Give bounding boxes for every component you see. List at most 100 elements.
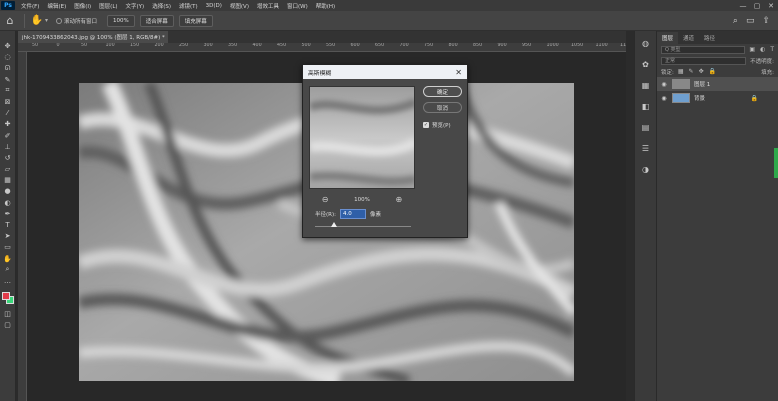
menu-type[interactable]: 文字(Y) [122, 2, 149, 10]
circle-half-icon[interactable]: ◑ [639, 163, 653, 176]
hand-icon[interactable]: ✋ [29, 15, 45, 26]
menu-3d[interactable]: 3D(D) [202, 3, 226, 9]
maximize-button[interactable]: ▢ [750, 2, 764, 10]
ruler-tick-label: 900 [497, 43, 507, 48]
fill-screen-button[interactable]: 填充屏幕 [178, 14, 213, 27]
move-icon[interactable]: ✥ [1, 41, 15, 51]
type-icon[interactable]: T [1, 220, 15, 230]
ok-button[interactable]: 确定 [423, 86, 462, 97]
menu-layer[interactable]: 图层(L) [95, 2, 121, 10]
menu-image[interactable]: 图像(I) [70, 2, 95, 10]
grid-icon[interactable]: ▦ [639, 79, 653, 92]
menu-window[interactable]: 窗口(W) [283, 2, 312, 10]
ruler-tick-label: 650 [375, 43, 385, 48]
eyedropper-icon[interactable]: ⁄ [1, 108, 15, 118]
blur-preview[interactable] [309, 86, 415, 189]
fill-label: 填充: [761, 69, 774, 76]
menu-file[interactable]: 文件(F) [17, 2, 43, 10]
blend-mode-select[interactable]: 正常 [661, 56, 747, 65]
zoom-in-icon[interactable]: ⊕ [395, 195, 402, 204]
layers-panel-icon[interactable]: ◧ [639, 100, 653, 113]
foreground-color-swatch[interactable] [1, 292, 10, 301]
share-icon[interactable]: ⇪ [762, 16, 770, 26]
blur-icon[interactable]: ● [1, 186, 15, 196]
dialog-close-icon[interactable]: ✕ [455, 68, 462, 77]
tool-preset-chevron-icon[interactable]: ▾ [45, 17, 48, 24]
healing-icon[interactable]: ✚ [1, 119, 15, 129]
search-icon[interactable]: ⌕ [733, 16, 738, 26]
swatches-icon[interactable]: ▤ [639, 121, 653, 134]
radius-slider-thumb[interactable] [331, 222, 337, 227]
menu-edit[interactable]: 编辑(E) [43, 2, 70, 10]
quick-select-icon[interactable]: ✎ [1, 75, 15, 85]
lasso-icon[interactable]: ᘏ [1, 63, 15, 73]
screen-mode-icon[interactable]: ▢ [1, 320, 15, 330]
menu-filter[interactable]: 滤镜(T) [175, 2, 202, 10]
tab-strip [168, 31, 626, 43]
quick-mask-icon[interactable]: ◫ [1, 309, 15, 319]
home-icon[interactable]: ⌂ [0, 14, 20, 27]
radius-input[interactable]: 4.0 [339, 209, 366, 219]
layer-row[interactable]: ◉ 背景 🔒 [657, 91, 778, 105]
visibility-eye-icon[interactable]: ◉ [660, 81, 668, 88]
type-filter-icon[interactable]: T [770, 46, 774, 53]
workspace-icon[interactable]: ▭ [746, 16, 755, 26]
radius-slider[interactable] [315, 222, 411, 227]
stamp-icon[interactable]: ⊥ [1, 142, 15, 152]
document-tab[interactable]: jhk-1709433862043.jpg @ 100% (图层 1, RGB/… [18, 31, 174, 43]
fit-screen-button[interactable]: 适合屏幕 [139, 14, 174, 27]
gradient-icon[interactable]: ▦ [1, 175, 15, 185]
marquee-icon[interactable]: ◌ [1, 52, 15, 62]
visibility-eye-icon[interactable]: ◉ [660, 95, 668, 102]
menu-plugins[interactable]: 增效工具 [253, 2, 283, 10]
history-brush-icon[interactable]: ↺ [1, 153, 15, 163]
zoom-out-icon[interactable]: ⊖ [322, 195, 329, 204]
tab-layers[interactable]: 图层 [657, 32, 679, 44]
zoom-100-button[interactable]: 100% [107, 14, 135, 27]
lock-row: 锁定: ▦ ✎ ✥ 🔒 填充: [657, 66, 778, 77]
brush-icon[interactable]: ✐ [1, 131, 15, 141]
hand-tool-icon[interactable]: ✋ [1, 254, 15, 264]
menu-select[interactable]: 选择(S) [148, 2, 175, 10]
layers-panel: 图层 通道 路径 Q 类型 ▣ ◐ T 正常 不透明度: 锁定: ▦ ✎ ✥ 🔒… [656, 31, 778, 401]
ruler-tick-label: 1150 [620, 43, 626, 48]
image-filter-icon[interactable]: ▣ [749, 46, 755, 53]
dialog-titlebar[interactable]: 高斯模糊 ✕ [303, 65, 467, 79]
lock-pixels-icon[interactable]: ▦ [678, 68, 684, 75]
close-window-button[interactable]: ✕ [764, 2, 778, 10]
lock-paint-icon[interactable]: ✎ [689, 68, 694, 75]
frame-icon[interactable]: ⊠ [1, 97, 15, 107]
crop-icon[interactable]: ⌗ [1, 86, 15, 96]
zoom-icon[interactable]: ⌕ [1, 265, 15, 275]
color-wheel-icon[interactable]: ◍ [639, 37, 653, 50]
lock-all-icon[interactable]: 🔒 [709, 68, 716, 75]
tab-paths[interactable]: 路径 [699, 32, 720, 44]
ruler-tick-label: 800 [448, 43, 458, 48]
dodge-icon[interactable]: ◐ [1, 198, 15, 208]
color-swatches[interactable] [1, 291, 15, 305]
path-select-icon[interactable]: ➤ [1, 231, 15, 241]
menu-view[interactable]: 视图(V) [226, 2, 253, 10]
shape-icon[interactable]: ▭ [1, 242, 15, 252]
layer-row[interactable]: ◉ 图层 1 [657, 77, 778, 91]
cancel-button[interactable]: 取消 [423, 102, 462, 113]
lock-move-icon[interactable]: ✥ [699, 68, 704, 75]
scroll-all-windows-checkbox[interactable]: 滚动所有窗口 [56, 17, 97, 25]
pen-icon[interactable]: ✒ [1, 209, 15, 219]
preview-checkbox[interactable]: ✓ 预览(P) [423, 121, 451, 129]
layer-search-field[interactable]: Q 类型 [661, 45, 746, 54]
adjustments-icon[interactable]: ☰ [639, 142, 653, 155]
more-icon[interactable]: … [1, 276, 15, 286]
dialog-title: 高斯模糊 [308, 70, 332, 77]
menu-help[interactable]: 帮助(H) [312, 2, 339, 10]
opacity-label: 不透明度: [750, 58, 774, 65]
layer-name[interactable]: 图层 1 [694, 80, 710, 88]
minimize-button[interactable]: — [736, 2, 750, 10]
layer-name[interactable]: 背景 [694, 94, 705, 102]
panel-scroll-accent[interactable] [774, 148, 778, 178]
tab-channels[interactable]: 通道 [678, 32, 699, 44]
palette-icon[interactable]: ✿ [639, 58, 653, 71]
ruler-tick-label: 300 [203, 43, 213, 48]
eraser-icon[interactable]: ▱ [1, 164, 15, 174]
adjust-filter-icon[interactable]: ◐ [760, 46, 765, 53]
